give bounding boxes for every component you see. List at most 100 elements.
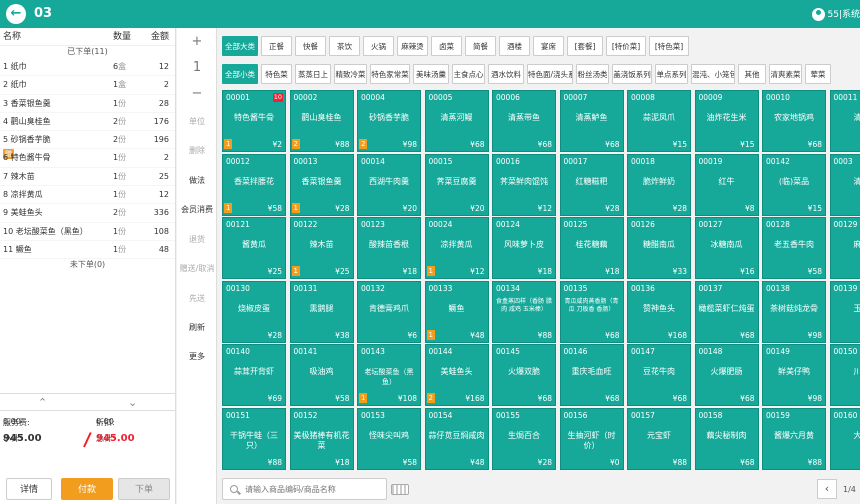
dish-tile[interactable]: 00160 大碗 <box>829 407 860 470</box>
subcategory-tab[interactable]: 盖浇饭系列 <box>612 64 652 84</box>
subcategory-tab[interactable]: 主食点心 <box>452 64 485 84</box>
category-tab[interactable]: [特价菜] <box>606 36 646 56</box>
subcategory-tab[interactable]: 特色面/浇头系列 <box>527 64 573 84</box>
dish-tile[interactable]: 00017 红糖糍粑 ¥28 <box>559 153 624 216</box>
dish-tile[interactable]: 00005 清蒸河鳗 ¥68 <box>424 90 489 152</box>
category-tab[interactable]: 卤菜 <box>431 36 462 56</box>
dish-tile[interactable]: 00138 茶树菇炖龙骨 ¥98 <box>762 280 826 343</box>
delete-button[interactable]: 删除 <box>177 145 217 156</box>
chevron-down-icon[interactable]: ⌄ <box>128 396 137 409</box>
category-tab[interactable]: [套餐] <box>567 36 603 56</box>
subcategory-tab[interactable]: 混沌、小笼包 <box>691 64 735 84</box>
dish-tile[interactable]: 0003清炒 <box>829 153 860 216</box>
dish-tile[interactable]: 00130 烧椒皮蛋 ¥28 <box>222 280 286 343</box>
dish-tile[interactable]: 00158 藕尖秘制肉 ¥68 <box>694 407 759 470</box>
back-arrow-icon[interactable]: ← <box>6 4 26 24</box>
dish-tile[interactable]: 00012 香菜拌腰花 ¥58 1 <box>222 153 286 216</box>
dish-tile[interactable]: 00153 怪味尖叫鸡 ¥58 <box>357 407 421 470</box>
dish-tile[interactable]: 00154 蒜仔苋豆焖咸肉 ¥48 <box>424 407 489 470</box>
subcategory-tab[interactable]: 其他 <box>738 64 766 84</box>
dish-tile[interactable]: 00141 吸油鸡 ¥58 <box>289 344 354 406</box>
detail-button[interactable]: 详情 <box>6 478 52 500</box>
method-button[interactable]: 做法 <box>177 175 217 186</box>
subcategory-tab[interactable]: 蒸蒸日上 <box>295 64 331 84</box>
chevron-up-icon[interactable]: ⌃ <box>38 396 47 409</box>
category-tab[interactable]: 快餐 <box>295 36 326 56</box>
order-row[interactable]: 11 鳜鱼 1份 48 <box>0 241 175 260</box>
dish-tile[interactable]: 00144 美蛙鱼头 ¥168 2 <box>424 344 489 406</box>
return-button[interactable]: 退货 <box>177 234 217 245</box>
dish-tile[interactable]: 00132 肯德膏鸡爪 ¥6 <box>357 280 421 343</box>
dish-tile[interactable]: 00125 桂花糖藕 ¥18 <box>559 217 624 279</box>
order-row[interactable]: 2 纸巾 1盒 2 <box>0 76 175 95</box>
dish-tile[interactable]: 00136 赞神鱼头 ¥168 <box>627 280 691 343</box>
dish-tile[interactable]: 00016 荠菜鲜肉馄饨 ¥12 <box>492 153 556 216</box>
order-row[interactable]: 1 纸巾 6盒 12 <box>0 58 175 77</box>
dish-tile[interactable]: 00128 老五香牛肉 ¥58 <box>762 217 826 279</box>
dish-tile[interactable]: 00122 辣木苗 ¥25 1 <box>289 217 354 279</box>
order-row[interactable]: 10 老坛酸菜鱼（黑鱼） 1份 108 <box>0 223 175 241</box>
dish-tile[interactable]: 00143 老坛酸菜鱼（黑鱼） ¥108 1 <box>357 344 421 406</box>
dish-tile[interactable]: 00019 红牛 ¥8 <box>694 153 759 216</box>
dish-tile[interactable]: 00135 青瓜咸肉蒸香肠（青瓜 刀板香 香肠） ¥68 <box>559 280 624 343</box>
serve-first-button[interactable]: 先送 <box>177 293 217 304</box>
dish-tile[interactable]: 00127 冰糖南瓜 ¥16 <box>694 217 759 279</box>
dish-tile[interactable]: 00147 豆花牛肉 ¥68 <box>627 344 691 406</box>
dish-tile[interactable]: 00007 清蒸鲈鱼 ¥68 <box>559 90 624 152</box>
dish-tile[interactable]: 00142 (临)菜品 ¥15 <box>762 153 826 216</box>
dish-tile[interactable]: 00148 火爆肥肠 ¥68 <box>694 344 759 406</box>
dish-tile[interactable]: 00121 酱黄瓜 ¥25 <box>222 217 286 279</box>
refresh-button[interactable]: 刷新 <box>177 322 217 333</box>
keyboard-icon[interactable] <box>391 484 409 495</box>
dish-tile[interactable]: 00024 凉拌黄瓜 ¥12 1 <box>424 217 489 279</box>
subcategory-tab[interactable]: 酒水饮料 <box>488 64 524 84</box>
order-row[interactable]: 赠6 特色酱牛骨 1份 2 <box>0 149 175 168</box>
dish-tile[interactable]: 00002 鹳山臭桂鱼 ¥88 2 <box>289 90 354 152</box>
dish-tile[interactable]: 00126 糖醋南瓜 ¥33 <box>627 217 691 279</box>
order-row[interactable]: 5 砂锅香芋脆 2份 196 <box>0 131 175 150</box>
category-tab[interactable]: 火锅 <box>363 36 394 56</box>
dish-tile[interactable]: 00137 橄榄菜虾仁炖蛋 ¥68 <box>694 280 759 343</box>
member-button[interactable]: 会员消费 <box>177 204 217 215</box>
category-tab[interactable]: 麻辣烫 <box>397 36 428 56</box>
dish-tile[interactable]: 00006 清蒸带鱼 ¥68 <box>492 90 556 152</box>
minus-button[interactable]: − <box>177 86 217 101</box>
order-row[interactable]: 3 香菜银鱼羹 1份 28 <box>0 95 175 113</box>
dish-tile[interactable]: 00013 香菜银鱼羹 ¥28 1 <box>289 153 354 216</box>
subcategory-tab[interactable]: 美味汤羹 <box>413 64 449 84</box>
user-info[interactable]: 55|系统 <box>811 7 860 21</box>
dish-tile[interactable]: 00145 火爆双脆 ¥68 <box>492 344 556 406</box>
category-tab[interactable]: 简餐 <box>465 36 496 56</box>
dish-tile[interactable]: 00008 蒜泥凤爪 ¥15 <box>627 90 691 152</box>
dish-tile[interactable]: 00133 鳜鱼 ¥48 1 <box>424 280 489 343</box>
subcategory-tab[interactable]: 粉丝汤类 <box>576 64 609 84</box>
dish-tile[interactable]: 00140 蒜茸开背虾 ¥69 <box>222 344 286 406</box>
category-tab[interactable]: 酒楼 <box>499 36 530 56</box>
category-tab[interactable]: 宴席 <box>533 36 564 56</box>
category-tab[interactable]: 茶饮 <box>329 36 360 56</box>
order-row[interactable]: 9 美蛙鱼头 2份 336 <box>0 204 175 223</box>
dish-tile[interactable]: 00134 食盒蒸四样（香肠 腊肉 咸鸡 玉米棒） ¥88 <box>492 280 556 343</box>
subcategory-tab[interactable]: 特色菜 <box>261 64 292 84</box>
dish-tile[interactable]: 00123 酸辣苗香根 ¥18 <box>357 217 421 279</box>
pay-button[interactable]: 付款 <box>61 478 113 500</box>
dish-tile[interactable]: 00131 熏鹅腿 ¥38 <box>289 280 354 343</box>
dish-tile[interactable]: 00151 干锅牛蛙（三只） ¥88 <box>222 407 286 470</box>
dish-tile[interactable]: 00149 鲜美仔鸭 ¥98 <box>762 344 826 406</box>
gift-button[interactable]: 赠送/取消 <box>177 263 217 274</box>
dish-tile[interactable]: 00150 川味 <box>829 344 860 406</box>
order-row[interactable]: 7 辣木苗 1份 25 <box>0 168 175 187</box>
dish-tile[interactable]: 00129 麻辣 <box>829 217 860 279</box>
dish-tile[interactable]: 00009 油炸花生米 ¥15 <box>694 90 759 152</box>
subcategory-tab[interactable]: 精致冷菜 <box>334 64 367 84</box>
dish-tile[interactable]: 00139 玉米 <box>829 280 860 343</box>
dish-tile[interactable]: 00018 脆炸鲜奶 ¥28 <box>627 153 691 216</box>
subcategory-tab[interactable]: 全部小类 <box>222 64 258 84</box>
dish-tile[interactable]: 00010 农家地锅鸡 ¥68 <box>762 90 826 152</box>
dish-tile[interactable]: 00155 生焗百合 ¥28 <box>492 407 556 470</box>
dish-tile[interactable]: 00015 荠菜豆腐羹 ¥20 <box>424 153 489 216</box>
dish-tile[interactable]: 00157 元宝虾 ¥88 <box>627 407 691 470</box>
category-tab[interactable]: 全部大类 <box>222 36 258 56</box>
dish-tile[interactable]: 00004 砂锅香芋脆 ¥98 2 <box>357 90 421 152</box>
place-order-button[interactable]: 下单 <box>118 478 170 500</box>
